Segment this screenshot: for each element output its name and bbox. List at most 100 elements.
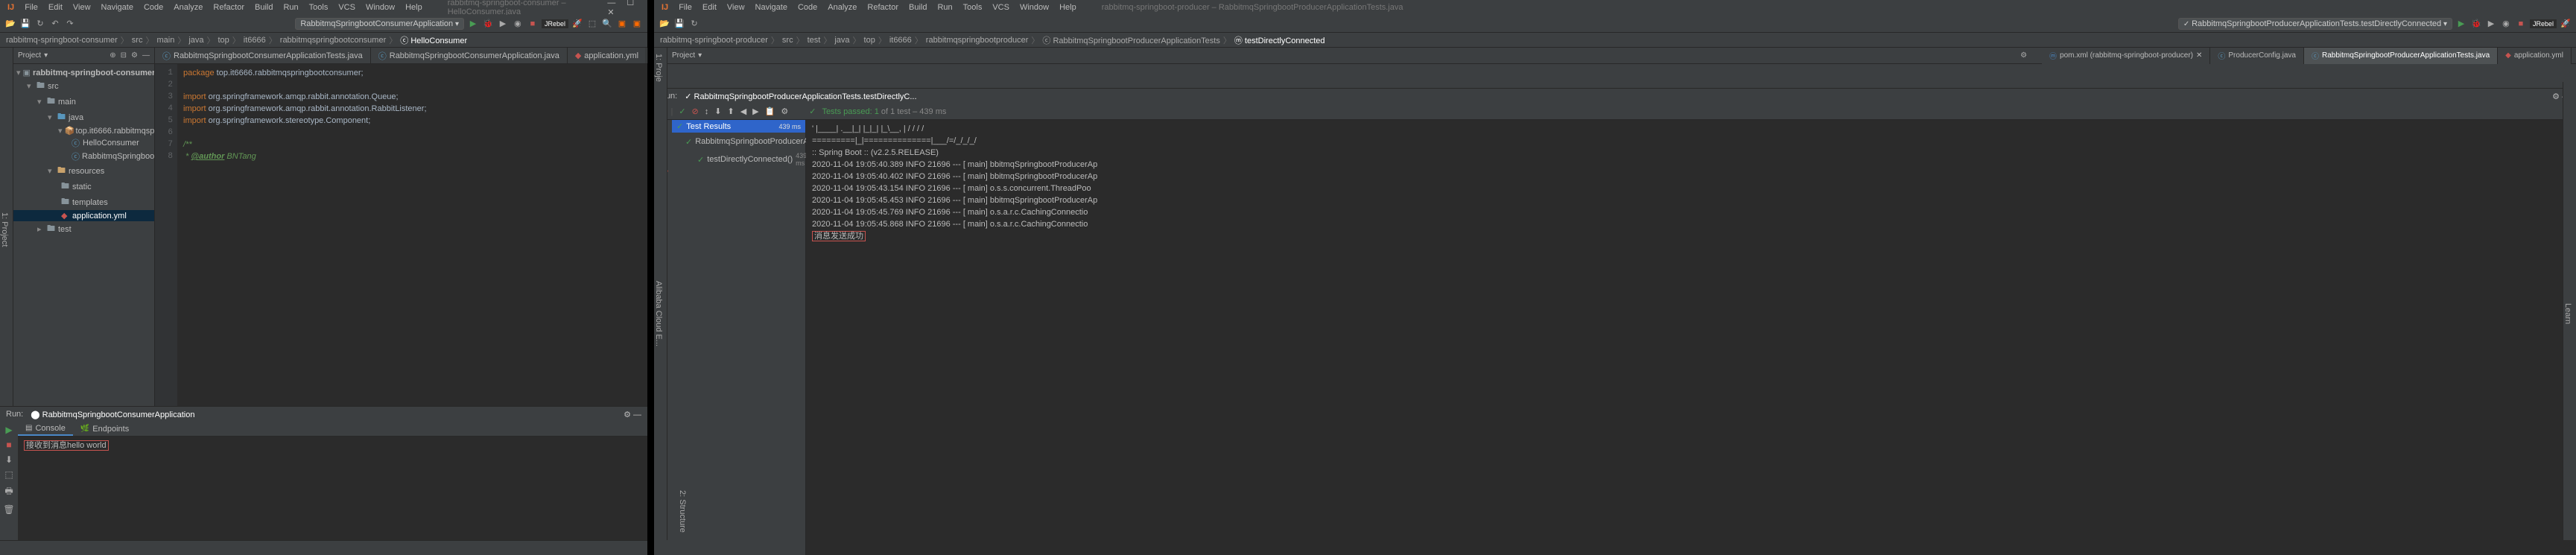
refresh-icon[interactable]: ↻ <box>34 18 46 30</box>
tab-endpoints[interactable]: 🌿 Endpoints <box>73 422 136 436</box>
tree-root[interactable]: ▾▣rabbitmq-springboot-consumer D:\Develo… <box>13 67 154 78</box>
menu-window[interactable]: Window <box>1015 1 1053 13</box>
crumb-pkg[interactable]: rabbitmqspringbootproducer <box>926 36 1029 45</box>
crumb-method[interactable]: ⓜ testDirectlyConnected <box>1234 34 1325 46</box>
strip-structure[interactable]: 2: Structure <box>678 490 687 533</box>
tab-app[interactable]: ⓒRabbitmqSpringbootConsumerApplication.j… <box>371 48 568 63</box>
menu-analyze[interactable]: Analyze <box>169 1 207 13</box>
menu-tools[interactable]: Tools <box>305 1 333 13</box>
redo-icon[interactable]: ↷ <box>64 18 76 30</box>
crumb-java[interactable]: java <box>188 36 203 45</box>
crumb-project[interactable]: rabbitmq-springboot-consumer <box>6 36 118 45</box>
ali-icon2[interactable]: ▣ <box>631 18 643 30</box>
run-config-dropdown[interactable]: ✓ RabbitmqSpringbootProducerApplicationT… <box>2178 18 2452 30</box>
tree-templates[interactable]: 🖿templates <box>13 194 154 210</box>
menu-view[interactable]: View <box>69 1 95 13</box>
jrebel-label[interactable]: JRebel <box>542 19 568 28</box>
crumb-class[interactable]: ⓒ RabbitmqSpringbootProducerApplicationT… <box>1042 34 1219 46</box>
test-root[interactable]: ✓Test Results439 ms <box>672 120 805 133</box>
sort-icon[interactable]: ↕ <box>705 107 709 116</box>
stop-icon[interactable]: ■ <box>2515 18 2527 30</box>
strip-project[interactable]: 1: Project <box>0 54 9 406</box>
profile-icon[interactable]: ◉ <box>2500 18 2512 30</box>
crumb-src[interactable]: src <box>782 36 793 45</box>
prev-icon[interactable]: ◀ <box>740 107 746 116</box>
tab-yml[interactable]: ◆application.yml <box>568 48 647 63</box>
tab-config[interactable]: ⓒProducerConfig.java <box>2210 48 2304 64</box>
menu-refactor[interactable]: Refactor <box>209 1 249 13</box>
next-icon[interactable]: ▶ <box>752 107 758 116</box>
menu-window[interactable]: Window <box>361 1 399 13</box>
menu-help[interactable]: Help <box>1055 1 1081 13</box>
test-class[interactable]: ✓RabbitmqSpringbootProducerA439 ms <box>672 133 805 150</box>
project-dropdown-icon[interactable]: ▾ <box>698 51 702 60</box>
hierarchy-icon[interactable]: ⬚ <box>586 18 598 30</box>
menu-run[interactable]: Run <box>279 1 302 13</box>
menu-run[interactable]: Run <box>933 1 957 13</box>
gear-icon[interactable]: ⚙ <box>2020 51 2027 60</box>
test-method[interactable]: ✓testDirectlyConnected()439 ms <box>672 150 805 168</box>
menu-vcs[interactable]: VCS <box>988 1 1014 13</box>
test-gear-icon[interactable]: ⚙ <box>781 107 788 116</box>
crumb-java[interactable]: java <box>834 36 849 45</box>
menu-edit[interactable]: Edit <box>44 1 67 13</box>
fail-filter-icon[interactable]: ⊘ <box>692 107 699 116</box>
strip-alibaba[interactable]: Alibaba Cloud E... <box>654 88 663 540</box>
open-icon[interactable]: 📂 <box>4 18 16 30</box>
crumb-main[interactable]: main <box>156 36 174 45</box>
coverage-icon[interactable]: ▶ <box>497 18 509 30</box>
tab-pom[interactable]: ⓜpom.xml (rabbitmq-springboot-producer) … <box>2042 48 2210 64</box>
project-tree[interactable]: ▾▣rabbitmq-springboot-consumer D:\Develo… <box>13 64 154 240</box>
console-left[interactable]: 接收到消息hello world <box>18 437 647 540</box>
tree-main[interactable]: ▾🖿main <box>13 94 154 110</box>
menu-code[interactable]: Code <box>793 1 822 13</box>
tab-tests[interactable]: ⓒRabbitmqSpringbootProducerApplicationTe… <box>2304 48 2498 64</box>
menu-build[interactable]: Build <box>904 1 931 13</box>
crumb-top[interactable]: top <box>864 36 875 45</box>
jrebel-icon[interactable]: 🚀 <box>571 18 583 30</box>
menu-navigate[interactable]: Navigate <box>751 1 792 13</box>
tree-yml[interactable]: ◆application.yml <box>13 210 154 221</box>
menu-code[interactable]: Code <box>139 1 168 13</box>
profile-icon[interactable]: ◉ <box>512 18 524 30</box>
crumb-it6666[interactable]: it6666 <box>244 36 266 45</box>
crumb-top[interactable]: top <box>218 36 229 45</box>
crumb-it6666[interactable]: it6666 <box>889 36 912 45</box>
run-config-dropdown[interactable]: RabbitmqSpringbootConsumerApplication ▾ <box>295 18 464 30</box>
tree-helloconsumer[interactable]: ⓒHelloConsumer <box>13 136 154 150</box>
project-dropdown-icon[interactable]: ▾ <box>44 51 48 60</box>
ali-icon1[interactable]: ▣ <box>616 18 628 30</box>
save-icon[interactable]: 💾 <box>19 18 31 30</box>
menu-tools[interactable]: Tools <box>959 1 987 13</box>
crumb-project[interactable]: rabbitmq-springboot-producer <box>660 36 768 45</box>
crumb-class[interactable]: ⓒ HelloConsumer <box>400 34 467 46</box>
menu-analyze[interactable]: Analyze <box>823 1 861 13</box>
refresh-icon[interactable]: ↻ <box>688 18 700 30</box>
down-icon[interactable]: ⬇ <box>5 454 13 465</box>
menu-vcs[interactable]: VCS <box>334 1 360 13</box>
run-icon[interactable]: ▶ <box>2455 18 2467 30</box>
jrebel-icon[interactable]: 🚀 <box>2560 18 2572 30</box>
rerun-icon[interactable]: ▶ <box>5 425 12 435</box>
undo-icon[interactable]: ↶ <box>49 18 61 30</box>
strip-learn[interactable]: Learn <box>2563 88 2572 540</box>
crumb-test[interactable]: test <box>808 36 821 45</box>
stop-run-icon[interactable]: ■ <box>6 440 11 450</box>
run-icon[interactable]: ▶ <box>467 18 479 30</box>
stop-icon[interactable]: ■ <box>527 18 539 30</box>
tree-java[interactable]: ▾🖿java <box>13 110 154 125</box>
debug-icon[interactable]: 🐞 <box>482 18 494 30</box>
menu-build[interactable]: Build <box>250 1 277 13</box>
collapse-icon[interactable]: ⬆ <box>727 107 734 116</box>
menu-view[interactable]: View <box>723 1 749 13</box>
editor-left[interactable]: 12345678 package top.it6666.rabbitmqspri… <box>155 64 647 406</box>
tree-app[interactable]: ⓒRabbitmqSpringbootConsumerApplication <box>13 150 154 163</box>
search-icon[interactable]: 🔍 <box>601 18 613 30</box>
coverage-icon[interactable]: ▶ <box>2485 18 2497 30</box>
collapse-icon[interactable]: ⊕ <box>110 51 115 60</box>
tree-static[interactable]: 🖿static <box>13 179 154 194</box>
minimize-pane-icon[interactable]: — <box>142 51 150 60</box>
tree-resources[interactable]: ▾🖿resources <box>13 163 154 179</box>
layout-icon[interactable]: ⬚ <box>4 469 13 480</box>
tree-src[interactable]: ▾🖿src <box>13 78 154 94</box>
